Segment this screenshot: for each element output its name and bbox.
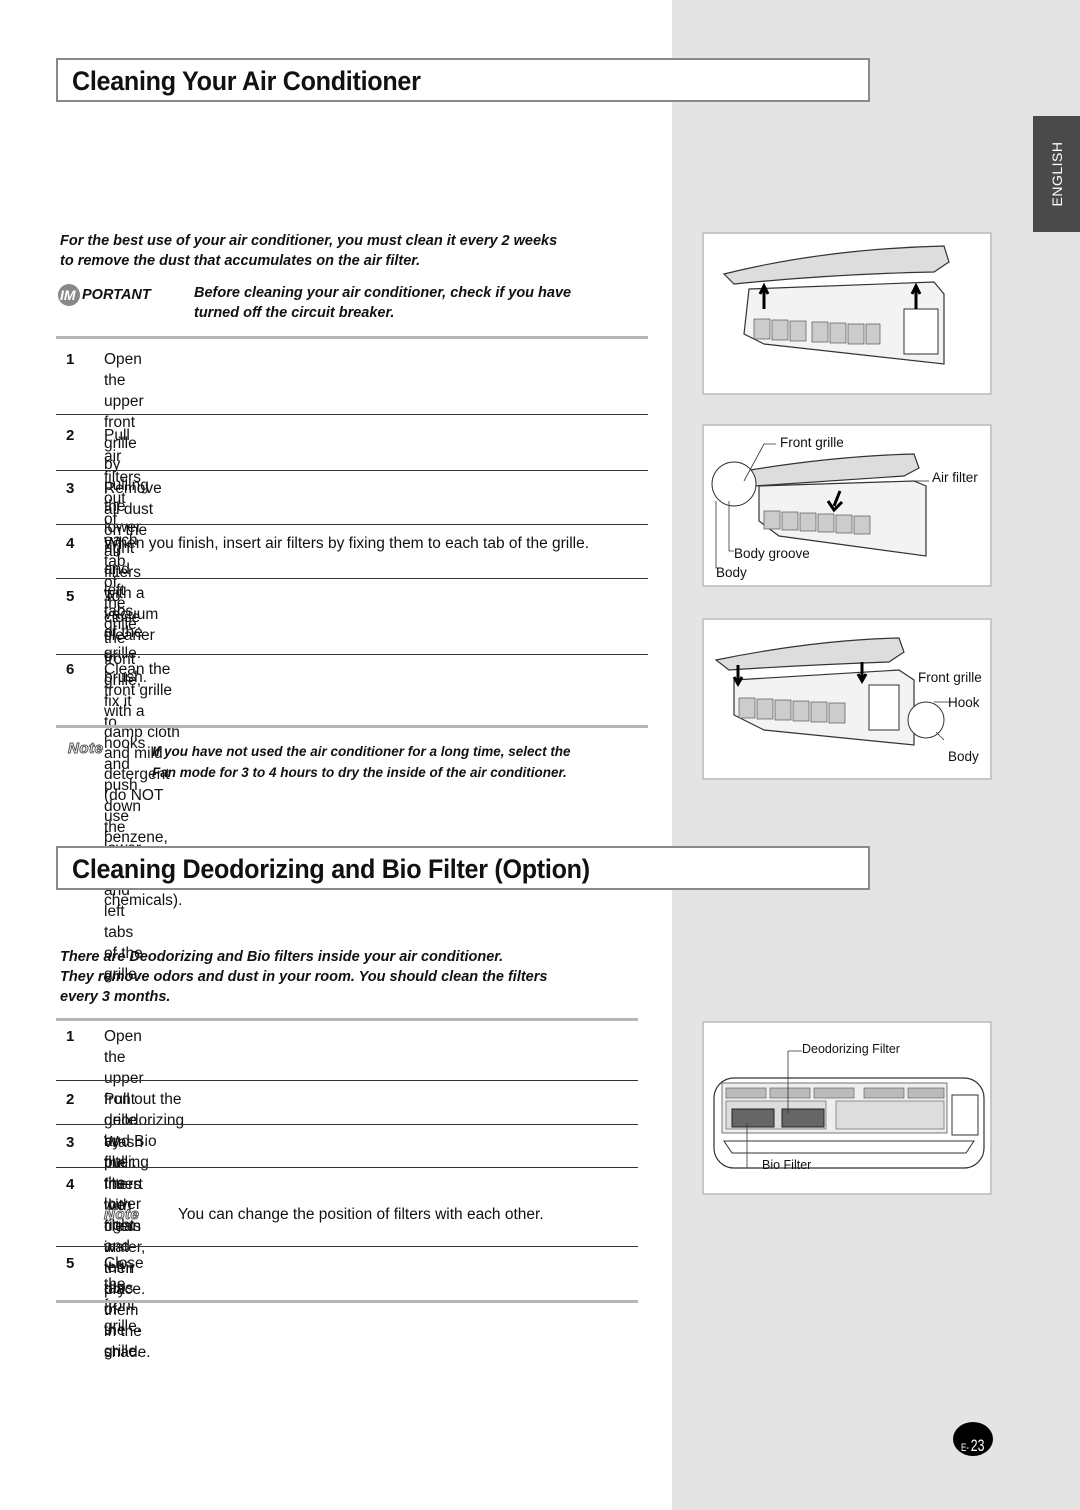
divider	[56, 725, 648, 728]
section-title-box: Cleaning Deodorizing and Bio Filter (Opt…	[56, 846, 870, 890]
divider	[56, 336, 648, 339]
figure-remove-filter: Front grille Air filter Body groove Body	[702, 424, 992, 587]
section-title: Cleaning Your Air Conditioner	[72, 66, 421, 96]
intro-line: to remove the dust that accumulates on t…	[60, 253, 421, 269]
step-number: 2	[66, 1091, 75, 1108]
step-text: Clean the front grille with a damp cloth…	[104, 661, 180, 804]
language-tab-label: ENGLISH	[1048, 141, 1065, 207]
divider	[56, 1300, 638, 1303]
label-front-grille: Front grille	[780, 435, 844, 450]
divider	[56, 1124, 638, 1125]
note-label: Note	[67, 740, 104, 758]
section-title: Cleaning Deodorizing and Bio Filter (Opt…	[72, 854, 590, 884]
step-number: 1	[66, 351, 75, 368]
note-line: If you have not used the air conditioner…	[152, 744, 571, 759]
section-intro: For the best use of your air conditioner…	[60, 231, 557, 271]
label-body: Body	[948, 749, 979, 764]
step-number: 2	[66, 427, 75, 444]
label-body-groove: Body groove	[734, 546, 810, 561]
note-text: You can change the position of filters w…	[178, 1206, 544, 1223]
step-number: 5	[66, 1255, 75, 1272]
important-suffix: PORTANT	[82, 287, 151, 303]
ac-unit-illustration	[711, 443, 929, 569]
section-intro: There are Deodorizing and Bio filters in…	[60, 947, 547, 1007]
note-label: Note	[103, 1206, 140, 1224]
step-number: 1	[66, 1028, 75, 1045]
step-number: 4	[66, 535, 75, 552]
important-prefix: IM	[60, 287, 76, 303]
important-line: Before cleaning your air conditioner, ch…	[194, 285, 572, 301]
label-deodorizing-filter: Deodorizing Filter	[802, 1042, 900, 1056]
step-text: Close the front grille.	[104, 1255, 144, 1335]
ac-unit-illustration	[722, 245, 950, 365]
divider	[56, 470, 648, 471]
figure-close-grille: Front grille Hook Body	[702, 618, 992, 780]
important-text: Before cleaning your air conditioner, ch…	[194, 283, 571, 323]
figure-deodorizing-bio-filter: Deodorizing Filter Bio Filter	[702, 1021, 992, 1195]
label-body: Body	[716, 565, 747, 580]
note-text: If you have not used the air conditioner…	[152, 741, 571, 783]
page-number: 23	[970, 1436, 985, 1455]
divider	[56, 578, 648, 579]
step-number: 6	[66, 661, 75, 678]
step-number: 5	[66, 588, 75, 605]
note-line: Fan mode for 3 to 4 hours to dry the ins…	[152, 765, 567, 780]
section-title-box: Cleaning Your Air Conditioner	[56, 58, 870, 102]
step-number: 3	[66, 480, 75, 497]
label-hook: Hook	[948, 695, 980, 710]
divider	[56, 1167, 638, 1168]
divider	[56, 524, 648, 525]
intro-line: They remove odors and dust in your room.…	[60, 969, 548, 985]
label-bio-filter: Bio Filter	[762, 1158, 812, 1172]
step-text: When you finish, insert air filters by f…	[104, 535, 590, 552]
page-prefix: E-	[960, 1442, 969, 1454]
intro-line: every 3 months.	[60, 989, 171, 1005]
page-number-badge: E- 23	[953, 1422, 993, 1456]
label-air-filter: Air filter	[932, 470, 978, 485]
divider	[56, 1246, 638, 1247]
divider	[56, 1080, 638, 1081]
divider	[56, 414, 648, 415]
important-line: turned off the circuit breaker.	[194, 305, 395, 321]
intro-line: There are Deodorizing and Bio filters in…	[60, 949, 504, 965]
step-number: 3	[66, 1134, 75, 1151]
intro-line: For the best use of your air conditioner…	[60, 233, 558, 249]
language-tab: ENGLISH	[1033, 116, 1080, 232]
label-front-grille: Front grille	[918, 670, 982, 685]
step-number: 4	[66, 1176, 75, 1193]
divider	[56, 1018, 638, 1021]
figure-open-grille	[702, 232, 992, 395]
divider	[56, 654, 648, 655]
